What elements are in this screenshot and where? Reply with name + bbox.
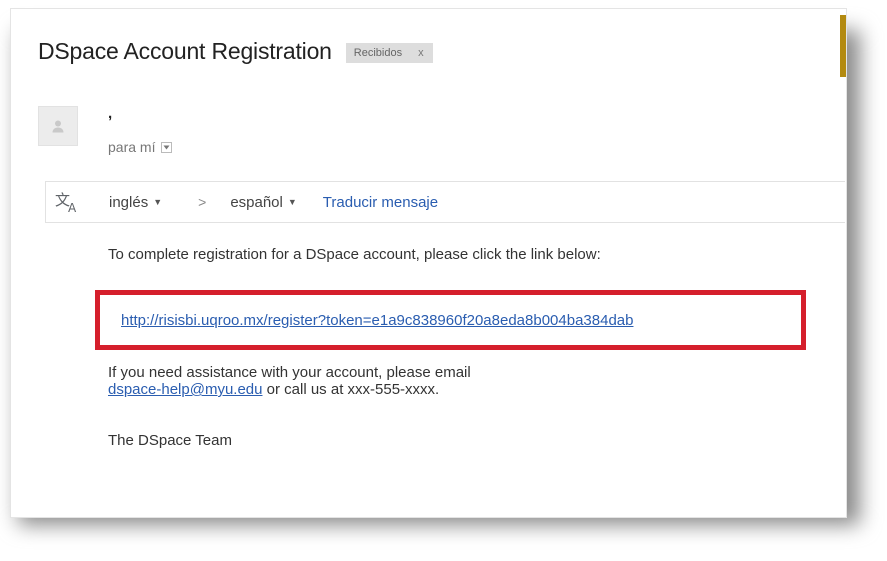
assistance-paragraph: If you need assistance with your account… [108,364,471,398]
sender-avatar[interactable] [38,106,78,146]
registration-link-highlight: http://risisbi.uqroo.mx/register?token=e… [95,290,806,350]
target-language-select[interactable]: español ▼ [230,194,296,211]
help-email-link[interactable]: dspace-help@myu.edu [108,381,262,398]
call-text: or call us at xxx-555-xxxx. [266,381,440,398]
label-chip-text: Recibidos [353,46,403,59]
caret-down-icon [163,145,170,149]
registration-link[interactable]: http://risisbi.uqroo.mx/register?token=e… [121,312,633,329]
caret-down-icon: ▼ [287,197,297,207]
recipient-row: para mí [108,139,173,155]
subject-row: DSpace Account Registration Recibidos x [38,31,433,71]
language-separator: > [198,194,207,210]
person-icon [52,120,64,133]
recipient-label: para mí [108,139,156,155]
translate-message-link[interactable]: Traducir mensaje [323,194,438,211]
recipient-details-dropdown[interactable] [161,141,173,153]
intro-paragraph: To complete registration for a DSpace ac… [108,246,601,263]
accent-bar [840,15,846,77]
source-language-label: inglés [109,193,149,211]
email-body: To complete registration for a DSpace ac… [108,246,808,263]
translate-bar: 文 A inglés ▼ > español ▼ Traducir mensaj… [45,181,845,223]
screenshot-stage: DSpace Account Registration Recibidos x … [0,0,887,561]
label-chip-close-icon[interactable]: x [418,47,424,59]
label-chip-inbox[interactable]: Recibidos x [345,42,433,63]
svg-text:A: A [68,201,77,214]
sender-name: , [108,105,113,122]
target-language-label: español [230,193,283,211]
source-language-select[interactable]: inglés ▼ [109,194,162,211]
caret-down-icon: ▼ [153,197,163,207]
assistance-text: If you need assistance with your account… [108,364,471,381]
email-subject: DSpace Account Registration [38,37,332,64]
translate-icon: 文 A [55,189,83,215]
signoff: The DSpace Team [108,432,232,449]
email-window: DSpace Account Registration Recibidos x … [10,8,847,518]
